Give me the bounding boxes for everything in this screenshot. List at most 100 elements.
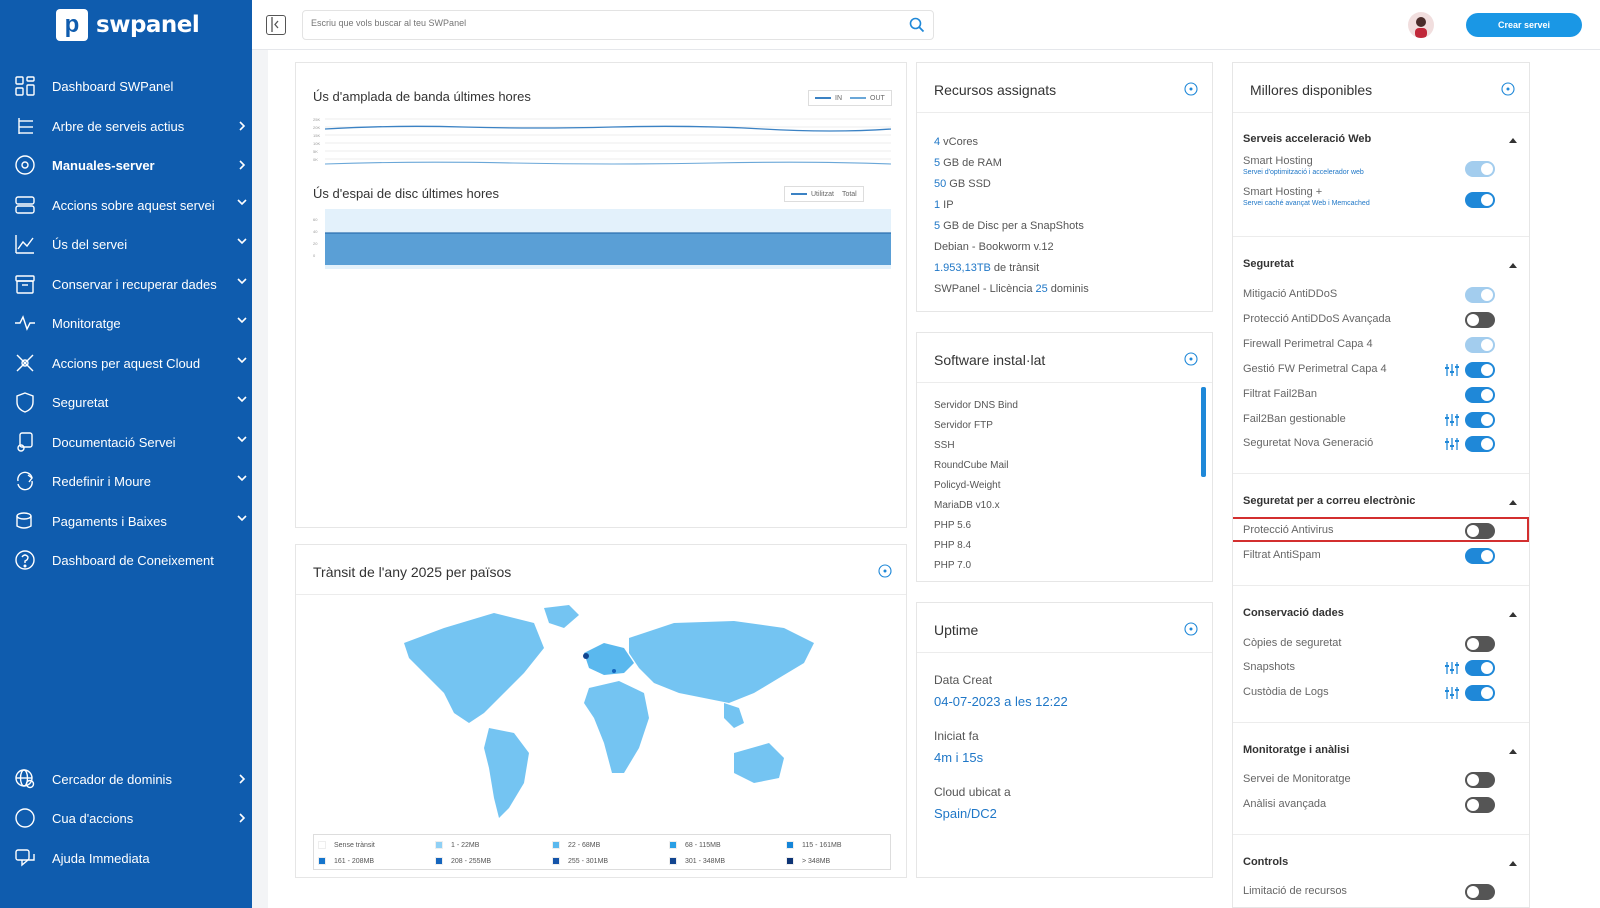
toggle-mitigacio-antiddos[interactable] [1465, 287, 1495, 303]
sidebar-item-documentacio-servei[interactable]: Documentació Servei [0, 422, 252, 462]
info-icon[interactable] [1184, 622, 1198, 636]
create-service-button[interactable]: Crear servei [1466, 13, 1582, 37]
toggle-analisi-avancada[interactable] [1465, 797, 1495, 813]
legend-swatch [552, 841, 560, 849]
section-divider [1233, 585, 1529, 586]
chevron-up-icon[interactable] [1509, 748, 1517, 754]
toggle-snapshots[interactable] [1465, 660, 1495, 676]
toggle-firewall-perimetral-capa-4[interactable] [1465, 337, 1495, 353]
settings-sliders-icon[interactable] [1445, 687, 1459, 699]
knowledge-icon [15, 550, 35, 570]
resources-card-header: Recursos assignats [917, 63, 1212, 113]
service-tree-icon [18, 118, 33, 134]
chevron-down-icon [237, 436, 247, 443]
sidebar-item-ajuda-immediata[interactable]: Ajuda Immediata [0, 838, 252, 878]
toggle-custodia-de-logs[interactable] [1465, 685, 1495, 701]
map-legend-item: 161 - 208MB [318, 857, 374, 865]
sidebar-item-label: Redefinir i Moure [52, 473, 151, 489]
usage-chart-icon [15, 235, 34, 254]
monitoring-icon [15, 315, 35, 331]
info-icon[interactable] [1184, 352, 1198, 366]
upgrades-card-header: Millores disponibles [1233, 63, 1529, 113]
sidebar-item-redefinir-i-moure[interactable]: Redefinir i Moure [0, 461, 252, 501]
toggle-knob [1481, 163, 1493, 175]
chevron-up-icon[interactable] [1509, 262, 1517, 268]
upgrade-sublabel[interactable]: Servei d'optimització i accelerador web [1243, 169, 1364, 176]
sidebar-item-conservar-i-recuperar-dades[interactable]: Conservar i recuperar dades [0, 264, 252, 304]
uptime-started-label: Iniciat fa [934, 729, 979, 743]
toggle-knob [1481, 289, 1493, 301]
help-chat-icon [15, 849, 35, 867]
software-scrollbar[interactable] [1201, 387, 1206, 477]
settings-sliders-icon[interactable] [1445, 414, 1459, 426]
chevron-up-icon[interactable] [1509, 860, 1517, 866]
upgrade-label-analisi-avancada: Anàlisi avançada [1243, 798, 1327, 810]
map-legend-item: 115 - 161MB [786, 841, 842, 849]
toggle-knob [1481, 339, 1493, 351]
toggle-seguretat-nova-generacio[interactable] [1465, 436, 1495, 452]
sidebar-item-arbre-de-serveis-actius[interactable]: Arbre de serveis actius [0, 106, 252, 146]
sidebar-item-dashboard-de-coneixement[interactable]: Dashboard de Coneixement [0, 540, 252, 580]
section-title-controls[interactable]: Controls [1243, 856, 1288, 868]
section-title-seguretat-per-a-correu-electronic[interactable]: Seguretat per a correu electrònic [1243, 495, 1415, 507]
toggle-servei-de-monitoratge[interactable] [1465, 772, 1495, 788]
sidebar-item-accions-per-aquest-cloud[interactable]: Accions per aquest Cloud [0, 343, 252, 383]
sidebar-item-label: Pagaments i Baixes [52, 513, 167, 529]
info-icon[interactable] [1184, 82, 1198, 96]
avatar-icon [1415, 17, 1427, 38]
toggle-proteccio-antiddos-avancada[interactable] [1465, 312, 1495, 328]
chevron-up-icon[interactable] [1509, 137, 1517, 143]
toggle-copies-de-seguretat[interactable] [1465, 636, 1495, 652]
toggle-gestio-fw-perimetral-capa-4[interactable] [1465, 362, 1495, 378]
settings-sliders-icon[interactable] [1445, 438, 1459, 450]
sidebar-item-seguretat[interactable]: Seguretat [0, 382, 252, 422]
sidebar-item-cua-d-accions[interactable]: Cua d'accions [0, 798, 252, 838]
resource-line: 5 GB de RAM [934, 157, 1002, 169]
resource-line: 50 GB SSD [934, 178, 991, 190]
sidebar: p swpanel Dashboard SWPanel Arbre de serv… [0, 0, 252, 908]
info-icon[interactable] [878, 564, 892, 578]
map-legend-item: 68 - 115MB [669, 841, 721, 849]
chevron-up-icon[interactable] [1509, 499, 1517, 505]
section-title-monitoratge-i-analisi[interactable]: Monitoratge i anàlisi [1243, 744, 1349, 756]
toggle-smart-hosting[interactable] [1465, 192, 1495, 208]
sidebar-item-accions-sobre-aquest-servei[interactable]: Accions sobre aquest servei [0, 185, 252, 225]
upgrade-label-filtrat-antispam: Filtrat AntiSpam [1243, 549, 1321, 561]
info-icon[interactable] [1501, 82, 1515, 96]
toggle-fail2ban-gestionable[interactable] [1465, 412, 1495, 428]
section-title-conservacio-dades[interactable]: Conservació dades [1243, 607, 1344, 619]
sidebar-item-us-del-servei[interactable]: Ús del servei [0, 224, 252, 264]
svg-text:0K: 0K [313, 157, 318, 162]
chevron-right-icon [239, 121, 246, 131]
sidebar-item-dashboard-swpanel[interactable]: Dashboard SWPanel [0, 66, 252, 106]
toggle-smart-hosting[interactable] [1465, 161, 1495, 177]
resource-line: 4 vCores [934, 136, 979, 148]
collapse-sidebar-button[interactable] [266, 15, 286, 35]
software-item: PHP 7.0 [934, 560, 972, 571]
uptime-location-value[interactable]: Spain/DC2 [934, 806, 997, 821]
toggle-filtrat-fail2ban[interactable] [1465, 387, 1495, 403]
upgrade-sublabel[interactable]: Servei caché avançat Web i Memcached [1243, 200, 1370, 207]
legend-swatch [786, 841, 794, 849]
user-avatar[interactable] [1408, 12, 1434, 38]
sidebar-item-cercador-de-dominis[interactable]: Cercador de dominis [0, 759, 252, 799]
upgrade-label-fail2ban-gestionable: Fail2Ban gestionable [1243, 413, 1346, 425]
section-title-seguretat[interactable]: Seguretat [1243, 258, 1294, 270]
uptime-location-label: Cloud ubicat a [934, 785, 1011, 799]
settings-sliders-icon[interactable] [1445, 662, 1459, 674]
toggle-filtrat-antispam[interactable] [1465, 548, 1495, 564]
sidebar-item-label: Ajuda Immediata [52, 850, 150, 866]
settings-sliders-icon[interactable] [1445, 364, 1459, 376]
map-legend-item: 208 - 255MB [435, 857, 491, 865]
section-title-serveis-acceleracio-web[interactable]: Serveis acceleració Web [1243, 133, 1371, 145]
sidebar-item-pagaments-i-baixes[interactable]: Pagaments i Baixes [0, 501, 252, 541]
search-icon[interactable] [909, 17, 925, 33]
chevron-up-icon[interactable] [1509, 611, 1517, 617]
search-input[interactable] [311, 18, 871, 28]
upgrade-label-smart-hosting: Smart Hosting + [1243, 186, 1323, 198]
swpanel-logo[interactable]: p swpanel [56, 9, 200, 41]
toggle-limitacio-de-recursos[interactable] [1465, 884, 1495, 900]
uptime-created-value: 04-07-2023 a les 12:22 [934, 694, 1068, 709]
sidebar-item-manuales-server[interactable]: Manuales-server [0, 145, 252, 185]
sidebar-item-monitoratge[interactable]: Monitoratge [0, 303, 252, 343]
